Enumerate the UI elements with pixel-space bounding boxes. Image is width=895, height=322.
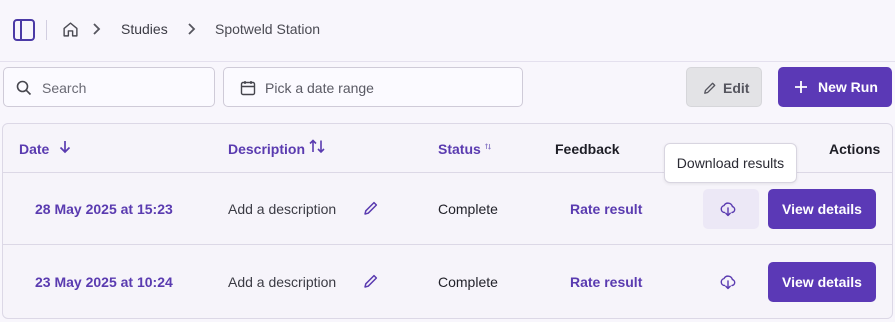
header-date[interactable]: Date [19,141,49,157]
home-icon[interactable] [62,21,79,38]
download-tooltip: Download results [664,143,797,183]
breadcrumb-current: Spotweld Station [215,21,321,37]
rate-result-link[interactable]: Rate result [570,274,642,290]
pencil-icon[interactable] [363,200,379,216]
edit-label: Edit [723,80,750,96]
arrow-down-icon[interactable] [59,140,71,154]
download-results-button[interactable] [703,189,759,229]
calendar-icon [240,81,256,96]
top-bar: Studies Spotweld Station [0,0,895,62]
status-text: Complete [438,201,498,217]
view-details-button[interactable]: View details [768,262,876,302]
rate-result-link[interactable]: Rate result [570,201,642,217]
run-date-link[interactable]: 28 May 2025 at 15:23 [35,201,173,217]
table-row: 23 May 2025 at 10:24 Add a description C… [3,246,892,318]
header-status[interactable]: Status [438,141,481,157]
header-feedback: Feedback [555,141,620,157]
date-range-picker[interactable]: Pick a date range [223,67,523,107]
chevron-right-icon [188,23,196,35]
chevron-right-icon [93,23,101,35]
download-cloud-icon [720,275,736,290]
plus-icon [795,81,807,93]
status-text: Complete [438,274,498,290]
header-description[interactable]: Description [228,141,305,157]
header-actions: Actions [829,141,881,157]
download-results-button[interactable] [703,262,759,302]
new-run-button[interactable]: New Run [778,67,892,107]
sort-icon[interactable] [485,143,491,150]
sort-icon[interactable] [309,139,325,154]
table-row: 28 May 2025 at 15:23 Add a description C… [3,173,892,245]
sidebar-toggle-icon[interactable] [13,19,35,41]
description-text: Add a description [228,201,337,217]
view-details-button[interactable]: View details [768,189,876,229]
description-text: Add a description [228,274,337,290]
new-run-label: New Run [818,79,878,95]
pencil-icon[interactable] [363,273,379,289]
download-cloud-icon [720,202,736,217]
search-input[interactable] [42,77,202,99]
search-field[interactable] [3,67,215,107]
divider [46,20,47,40]
edit-button[interactable]: Edit [686,67,762,107]
breadcrumb-studies[interactable]: Studies [121,21,168,37]
pencil-icon [704,82,716,94]
date-range-placeholder: Pick a date range [265,80,374,96]
search-icon [16,80,32,96]
run-date-link[interactable]: 23 May 2025 at 10:24 [35,274,173,290]
